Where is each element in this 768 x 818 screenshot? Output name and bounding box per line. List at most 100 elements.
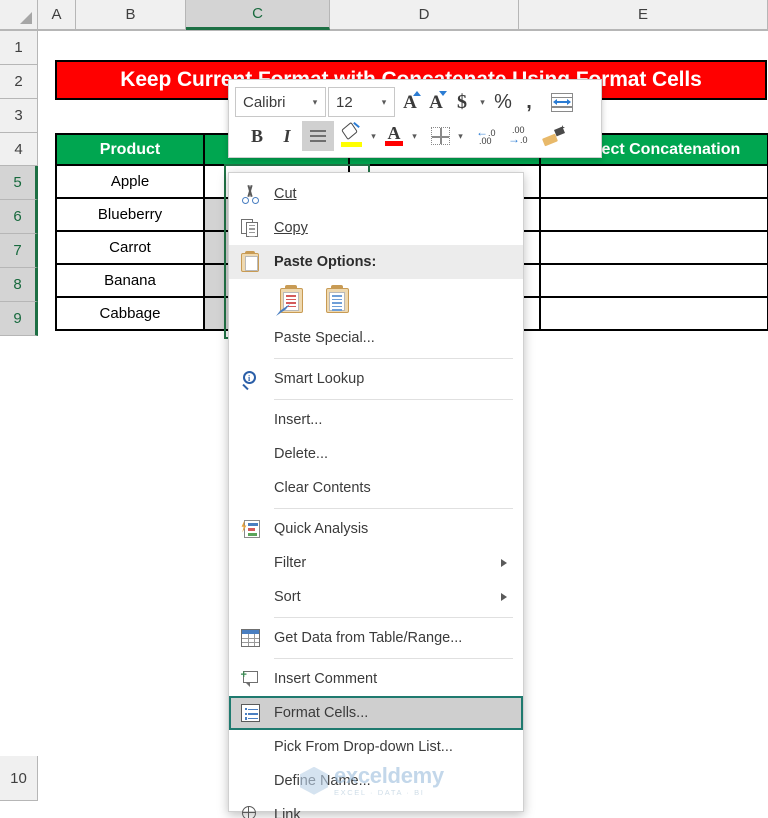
italic-button[interactable]: I — [272, 121, 302, 151]
font-name-combo[interactable]: Calibri ▾ — [235, 87, 326, 117]
column-header-e[interactable]: E — [519, 0, 768, 30]
paste-icon — [239, 251, 262, 273]
percent-icon: % — [494, 90, 512, 113]
borders-dropdown[interactable]: ▾ — [453, 121, 468, 151]
row-header-10[interactable]: 10 — [0, 756, 38, 801]
fill-color-dropdown[interactable]: ▾ — [366, 121, 381, 151]
borders-button[interactable] — [427, 121, 453, 151]
context-menu-item-paste-special[interactable]: Paste Special... — [229, 321, 523, 355]
context-menu-label: Sort — [274, 589, 301, 605]
context-menu-item-clear-contents[interactable]: Clear Contents — [229, 471, 523, 505]
row-header-6[interactable]: 6 — [0, 200, 38, 234]
cell-correct-concatenation[interactable] — [539, 164, 768, 199]
context-menu-label: Smart Lookup — [274, 371, 365, 387]
cell-correct-concatenation[interactable] — [539, 263, 768, 298]
context-menu[interactable]: Cut Copy Paste Options: Paste Special...… — [228, 172, 524, 818]
column-header-product: Product — [55, 133, 205, 166]
context-menu-item-delete[interactable]: Delete... — [229, 437, 523, 471]
column-header-b[interactable]: B — [76, 0, 186, 30]
decrease-decimal-icon: ←.0 .00 — [476, 125, 496, 146]
context-menu-item-get-data[interactable]: Get Data from Table/Range... — [229, 621, 523, 655]
format-painter-button[interactable] — [540, 121, 568, 151]
context-menu-paste-options-header: Paste Options: — [229, 245, 523, 279]
cell-correct-concatenation[interactable] — [539, 296, 768, 331]
copy-icon — [239, 217, 262, 239]
context-menu-item-link[interactable]: Link — [229, 798, 523, 818]
cell-product[interactable]: Banana — [55, 263, 205, 298]
context-menu-item-cut[interactable]: Cut — [229, 177, 523, 211]
cell-correct-concatenation[interactable] — [539, 230, 768, 265]
row-header-5[interactable]: 5 — [0, 166, 38, 200]
bold-button[interactable]: B — [242, 121, 272, 151]
context-menu-label: Format Cells... — [274, 705, 369, 721]
column-header-c[interactable]: C — [186, 0, 330, 30]
column-header-strip: A B C D E — [0, 0, 768, 31]
increase-decimal-button[interactable]: .00 →.0 — [505, 121, 537, 151]
menu-separator — [274, 399, 513, 400]
context-menu-item-pick-from-list[interactable]: Pick From Drop-down List... — [229, 730, 523, 764]
comma-style-button[interactable]: , — [516, 87, 542, 117]
scissors-icon — [239, 183, 262, 205]
cell-product[interactable]: Apple — [55, 164, 205, 199]
menu-separator — [274, 358, 513, 359]
row-header-7[interactable]: 7 — [0, 234, 38, 268]
row-header-8[interactable]: 8 — [0, 268, 38, 302]
mini-toolbar[interactable]: Calibri ▾ 12 ▾ A A $ ▾ % , B I ▾ A ▾ ▾ ←… — [228, 79, 602, 158]
fill-color-icon — [341, 121, 363, 148]
column-header-d[interactable]: D — [330, 0, 519, 30]
cell-product[interactable]: Blueberry — [55, 197, 205, 232]
accounting-format-button[interactable]: $ — [449, 87, 475, 117]
context-menu-label: Define Name... — [274, 773, 371, 789]
context-menu-item-define-name[interactable]: Define Name... — [229, 764, 523, 798]
font-size-combo[interactable]: 12 ▾ — [328, 87, 395, 117]
context-menu-item-insert[interactable]: Insert... — [229, 403, 523, 437]
comma-icon: , — [526, 90, 532, 113]
font-color-icon: A — [384, 123, 404, 148]
context-menu-label: Insert... — [274, 412, 323, 428]
context-menu-item-quick-analysis[interactable]: Quick Analysis — [229, 512, 523, 546]
font-color-button[interactable]: A — [381, 121, 407, 151]
align-center-icon — [310, 130, 326, 142]
wrap-text-button[interactable] — [548, 87, 576, 117]
increase-font-size-button[interactable]: A — [397, 87, 423, 117]
context-menu-item-smart-lookup[interactable]: i Smart Lookup — [229, 362, 523, 396]
column-header-a[interactable]: A — [38, 0, 76, 30]
down-triangle-icon — [439, 91, 447, 96]
fill-color-button[interactable] — [338, 121, 366, 151]
context-menu-item-filter[interactable]: Filter — [229, 546, 523, 580]
row-header-2[interactable]: 2 — [0, 65, 38, 99]
paste-formatting-icon[interactable] — [276, 285, 307, 316]
context-menu-label: Link — [274, 807, 301, 818]
context-menu-item-sort[interactable]: Sort — [229, 580, 523, 614]
table-grid-icon — [239, 627, 262, 649]
decrease-font-size-button[interactable]: A — [423, 87, 449, 117]
context-menu-item-copy[interactable]: Copy — [229, 211, 523, 245]
bold-icon: B — [250, 125, 263, 146]
select-all-corner[interactable] — [0, 0, 38, 30]
cell-correct-concatenation[interactable] — [539, 197, 768, 232]
font-color-dropdown[interactable]: ▾ — [407, 121, 422, 151]
center-align-button[interactable] — [302, 121, 334, 151]
row-header-3[interactable]: 3 — [0, 99, 38, 133]
format-painter-icon — [542, 125, 565, 147]
cell-product[interactable]: Carrot — [55, 230, 205, 265]
accounting-format-dropdown[interactable]: ▾ — [475, 87, 490, 117]
percent-style-button[interactable]: % — [490, 87, 516, 117]
context-menu-label: Get Data from Table/Range... — [274, 630, 463, 646]
link-icon — [239, 804, 262, 818]
context-menu-item-format-cells[interactable]: Format Cells... — [229, 696, 523, 730]
decrease-decimal-button[interactable]: ←.0 .00 — [473, 121, 505, 151]
paste-values-icon[interactable] — [323, 285, 353, 315]
select-all-triangle-icon — [20, 12, 32, 24]
context-menu-label: Paste Special... — [274, 330, 375, 346]
context-menu-label: Delete... — [274, 446, 328, 462]
format-cells-icon — [239, 702, 262, 724]
row-header-9[interactable]: 9 — [0, 302, 38, 336]
context-menu-label: Filter — [274, 555, 307, 571]
row-header-1[interactable]: 1 — [0, 31, 38, 65]
cell-product[interactable]: Cabbage — [55, 296, 205, 331]
submenu-arrow-icon — [501, 559, 507, 567]
context-menu-label: Insert Comment — [274, 671, 378, 687]
row-header-4[interactable]: 4 — [0, 133, 38, 166]
context-menu-item-insert-comment[interactable]: + Insert Comment — [229, 662, 523, 696]
